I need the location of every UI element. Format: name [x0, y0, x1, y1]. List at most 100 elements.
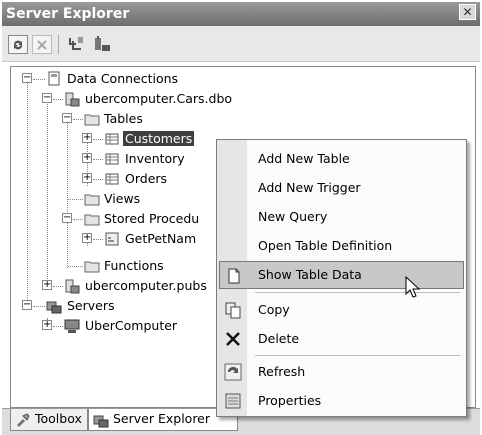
- server-icon: [64, 319, 80, 333]
- table-icon: [105, 153, 119, 165]
- menu-item-refresh[interactable]: Refresh: [219, 358, 464, 386]
- toolbar: [2, 26, 480, 62]
- refresh-button[interactable]: [8, 35, 28, 54]
- tab-label: Toolbox: [35, 411, 82, 426]
- tree-node-stored-procedures[interactable]: Stored Procedu: [104, 209, 199, 229]
- tree-node-data-connections[interactable]: Data Connections: [67, 69, 178, 89]
- tree-node-pubs-connection[interactable]: ubercomputer.pubs: [85, 276, 207, 296]
- tree-node-inventory[interactable]: Inventory: [125, 149, 185, 169]
- tree-node-label: Stored Procedu: [104, 211, 200, 226]
- tree-node-label: Views: [104, 191, 141, 206]
- copy-icon: [225, 302, 241, 319]
- expand-toggle[interactable]: +: [42, 280, 52, 290]
- connect-to-server-button[interactable]: [92, 35, 112, 54]
- menu-item-label: Open Table Definition: [258, 238, 393, 253]
- tree-line: [68, 266, 83, 267]
- stored-procedure-icon: [105, 232, 119, 246]
- expand-toggle[interactable]: +: [42, 320, 52, 330]
- title-bar: Server Explorer: [2, 2, 480, 26]
- menu-item-new-query[interactable]: New Query: [219, 203, 464, 231]
- tree-node-label: Data Connections: [67, 71, 179, 86]
- tree-node-label: GetPetNam: [125, 231, 197, 246]
- server-explorer-icon: [93, 415, 109, 428]
- tree-node-label: Orders: [125, 171, 168, 186]
- menu-item-label: Refresh: [258, 364, 306, 379]
- tree-node-label: Functions: [104, 258, 164, 273]
- properties-icon: [225, 393, 241, 409]
- connect-to-database-button[interactable]: [66, 35, 86, 54]
- tree-line: [68, 199, 83, 200]
- collapse-toggle[interactable]: −: [22, 73, 32, 83]
- menu-item-show-table-data[interactable]: Show Table Data: [219, 261, 464, 289]
- tree-node-views[interactable]: Views: [104, 189, 140, 209]
- menu-item-add-new-table[interactable]: Add New Table: [219, 145, 464, 173]
- data-connections-icon: [48, 71, 60, 86]
- tree-line: [33, 306, 45, 307]
- tree-line: [73, 219, 83, 220]
- menu-item-label: Copy: [258, 302, 290, 317]
- tab-label: Server Explorer: [113, 411, 211, 426]
- tree-node-label: UberComputer: [85, 318, 178, 333]
- expand-toggle[interactable]: +: [82, 133, 92, 143]
- tree-line: [93, 179, 103, 180]
- tree-line: [93, 159, 103, 160]
- database-connection-icon: [65, 279, 80, 294]
- tree-line: [53, 326, 63, 327]
- mouse-cursor-icon: [405, 276, 421, 298]
- connect-to-database-icon: [69, 37, 83, 50]
- menu-item-delete[interactable]: Delete: [219, 325, 464, 353]
- collapse-toggle[interactable]: −: [42, 93, 52, 103]
- menu-item-copy[interactable]: Copy: [219, 296, 464, 324]
- menu-separator: [255, 355, 460, 356]
- expand-toggle[interactable]: +: [82, 153, 92, 163]
- servers-icon: [46, 301, 62, 314]
- tree-node-getpetname[interactable]: GetPetNam: [125, 229, 196, 249]
- tree-node-customers[interactable]: Customers: [123, 129, 195, 149]
- tree-node-label: ubercomputer.Cars.dbo: [85, 91, 233, 106]
- tab-toolbox[interactable]: Toolbox: [10, 409, 88, 431]
- menu-item-label: Delete: [258, 331, 300, 346]
- delete-icon: [226, 332, 240, 346]
- tree-node-ubercomputer[interactable]: UberComputer: [85, 316, 177, 336]
- tree-node-label: Inventory: [125, 151, 185, 166]
- stop-icon: [37, 40, 47, 50]
- tree-node-label: Servers: [67, 298, 115, 313]
- tree-line: [67, 118, 68, 268]
- stop-button[interactable]: [32, 35, 52, 54]
- close-button[interactable]: ✕: [459, 4, 476, 20]
- tree-node-label: Customers: [123, 131, 195, 146]
- tree-line: [47, 98, 48, 283]
- tree-node-cars-connection[interactable]: ubercomputer.Cars.dbo: [85, 89, 232, 109]
- tree-node-tables[interactable]: Tables: [104, 109, 143, 129]
- menu-separator: [255, 292, 460, 293]
- expand-toggle[interactable]: +: [82, 233, 92, 243]
- menu-item-label: Properties: [258, 393, 322, 408]
- tree-node-orders[interactable]: Orders: [125, 169, 167, 189]
- folder-icon: [84, 261, 100, 273]
- menu-item-label: Show Table Data: [258, 267, 362, 282]
- tree-node-label: Tables: [104, 111, 143, 126]
- refresh-icon: [224, 363, 242, 381]
- tree-node-functions[interactable]: Functions: [104, 256, 164, 276]
- menu-item-add-new-trigger[interactable]: Add New Trigger: [219, 174, 464, 202]
- tree-node-servers[interactable]: Servers: [67, 296, 115, 316]
- database-connection-icon: [65, 92, 80, 107]
- menu-item-label: New Query: [258, 209, 328, 224]
- tree-node-label: ubercomputer.pubs: [85, 278, 207, 293]
- folder-icon: [84, 214, 100, 226]
- tree-line: [93, 139, 103, 140]
- context-menu: Add New Table Add New Trigger New Query …: [216, 139, 467, 417]
- collapse-toggle[interactable]: −: [22, 300, 32, 310]
- expand-toggle[interactable]: +: [82, 173, 92, 183]
- window-title: Server Explorer: [6, 6, 130, 22]
- menu-item-label: Add New Trigger: [258, 180, 361, 195]
- toolbox-icon: [17, 413, 30, 427]
- collapse-toggle[interactable]: −: [62, 213, 72, 223]
- menu-item-open-table-definition[interactable]: Open Table Definition: [219, 232, 464, 260]
- tree-line: [53, 99, 63, 100]
- tree-line: [27, 78, 28, 310]
- refresh-icon: [13, 40, 23, 50]
- collapse-toggle[interactable]: −: [62, 113, 72, 123]
- table-icon: [105, 173, 119, 185]
- menu-item-properties[interactable]: Properties: [219, 387, 464, 415]
